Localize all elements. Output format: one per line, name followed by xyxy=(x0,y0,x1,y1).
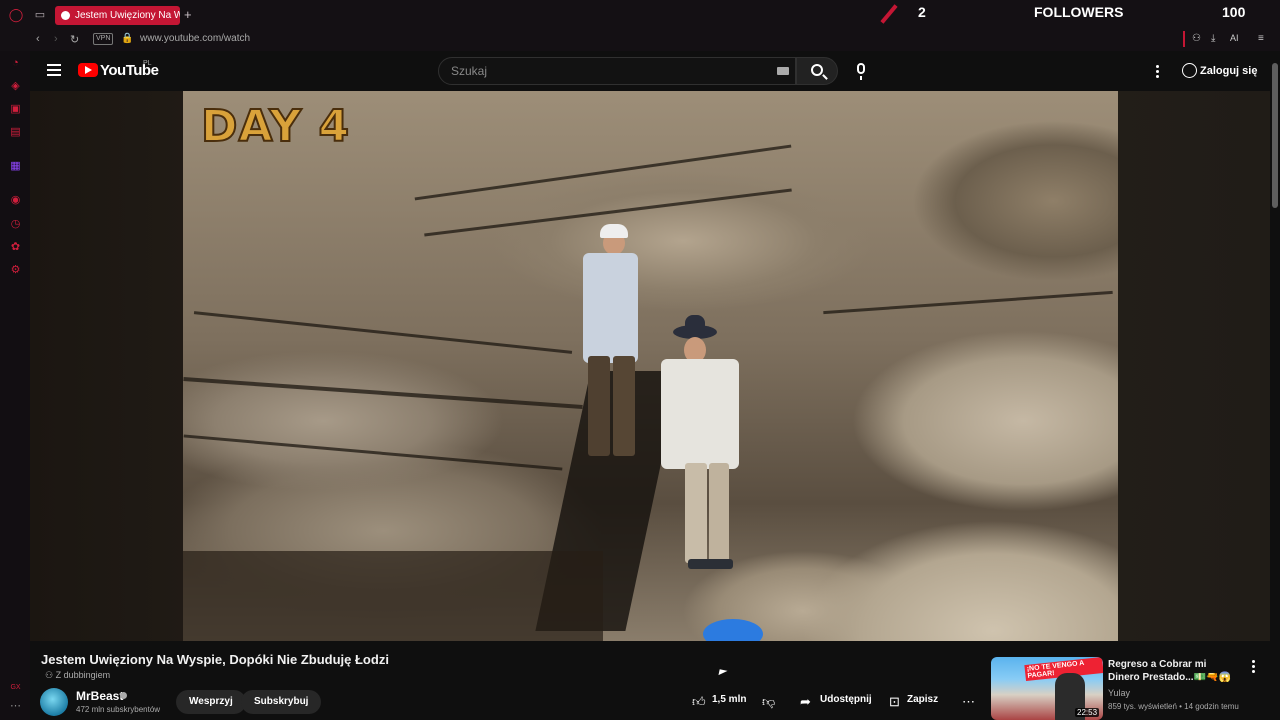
download-icon[interactable]: ⤓ xyxy=(1211,33,1215,44)
video-player[interactable]: DAY 4 xyxy=(183,91,1118,641)
verified-icon xyxy=(120,692,127,699)
share-icon[interactable]: ➦ xyxy=(800,694,811,710)
tab-title: Jestem Uwięziony Na W xyxy=(75,10,180,21)
keyboard-icon[interactable] xyxy=(777,67,789,75)
menu-icon[interactable] xyxy=(47,64,61,76)
more-icon[interactable]: ⋯ xyxy=(962,694,975,710)
opera-gx-icon[interactable]: ◯ xyxy=(8,7,24,23)
back-icon[interactable]: ‹ xyxy=(36,33,40,45)
tab-manager-icon[interactable]: ▭ xyxy=(32,7,48,23)
youtube-logo-icon[interactable] xyxy=(78,63,98,77)
gx-cleaner-icon[interactable]: ◈ xyxy=(9,80,22,93)
share-button[interactable]: Udostępnij xyxy=(820,694,872,705)
forward-icon[interactable]: › xyxy=(54,33,58,45)
gx-sidebar xyxy=(0,51,30,720)
dubbing-text: Z dubbingiem xyxy=(55,670,111,680)
support-button[interactable]: Wesprzyj xyxy=(176,690,246,714)
dislike-icon[interactable]: 👎︎ xyxy=(762,694,775,710)
settings-more-icon[interactable] xyxy=(1156,65,1159,80)
ai-label: AI xyxy=(1230,33,1239,43)
recommendation-title[interactable]: Regreso a Cobrar mi Dinero Prestado...💵🔫… xyxy=(1108,658,1240,684)
twitch-icon[interactable]: ▦ xyxy=(9,160,22,173)
audio-playing-icon xyxy=(61,11,70,20)
history-icon[interactable]: ◷ xyxy=(9,218,22,231)
day-badge: DAY 4 xyxy=(200,100,351,153)
region-label: PL xyxy=(143,60,152,67)
settings-icon[interactable]: ⚙ xyxy=(9,264,22,277)
video-title: Jestem Uwięziony Na Wyspie, Dopóki Nie Z… xyxy=(41,652,389,667)
url-field[interactable]: www.youtube.com/watch xyxy=(140,33,250,44)
search-icon xyxy=(811,64,823,76)
like-count[interactable]: 1,5 mln xyxy=(712,694,746,705)
recommendation-more-icon[interactable] xyxy=(1252,660,1255,675)
extensions-icon[interactable]: ✿ xyxy=(9,241,22,254)
mic-icon[interactable] xyxy=(857,63,865,80)
mouse-cursor xyxy=(718,669,728,677)
signin-button[interactable]: Zaloguj się xyxy=(1182,62,1257,80)
tab-youtube[interactable]: Jestem Uwięziony Na W xyxy=(55,6,180,25)
recommendation-channel[interactable]: Yulay xyxy=(1108,688,1130,698)
dubbing-label: ⚇ Z dubbingiem xyxy=(45,670,110,681)
gx-accent-bar xyxy=(1183,31,1185,47)
subscribe-button[interactable]: Subskrybuj xyxy=(241,690,322,714)
video-duration: 22:53 xyxy=(1075,708,1100,717)
browser-tab-bar: ◯ ▭ Jestem Uwięziony Na W + 2 FOLLOWERS … xyxy=(0,0,1280,30)
gx-corner-icon[interactable]: ▣ xyxy=(9,103,22,116)
browser-menu-icon[interactable]: ≡ xyxy=(1258,33,1264,44)
like-icon[interactable]: 👍︎ xyxy=(692,694,706,710)
search-box[interactable]: Szukaj xyxy=(438,57,796,85)
vpn-badge[interactable]: VPN xyxy=(93,33,114,45)
scrollbar-thumb[interactable] xyxy=(1272,63,1278,208)
gx-control-icon[interactable]: ◔ xyxy=(9,57,22,70)
gx-news-icon[interactable]: ▤ xyxy=(9,126,22,139)
dubbing-icon: ⚇ xyxy=(45,670,56,680)
player-icon[interactable]: ◉ xyxy=(9,194,22,207)
lock-icon: 🔒 xyxy=(121,33,134,44)
ai-button[interactable]: AI xyxy=(1230,33,1239,43)
overlay-followers-label: FOLLOWERS xyxy=(1034,4,1124,20)
sidebar-more-icon[interactable]: ⋯ xyxy=(9,700,22,713)
overlay-slash-graphic xyxy=(880,4,898,24)
overlay-count-left: 2 xyxy=(918,4,926,20)
profile-icon[interactable]: ⚇ xyxy=(1192,33,1201,44)
reload-icon[interactable]: ↻ xyxy=(70,33,79,46)
overlay-count-right: 100 xyxy=(1222,4,1246,20)
save-icon[interactable]: ⊡ xyxy=(889,694,900,710)
recommendation-meta: 859 tys. wyświetleń • 14 godzin temu xyxy=(1108,702,1239,711)
channel-name[interactable]: MrBeast xyxy=(76,689,123,703)
search-button[interactable] xyxy=(796,57,838,85)
search-input[interactable]: Szukaj xyxy=(451,58,487,84)
blue-object xyxy=(703,619,763,641)
subscriber-count: 472 mln subskrybentów xyxy=(76,705,161,714)
save-button[interactable]: Zapisz xyxy=(907,694,938,705)
channel-avatar[interactable] xyxy=(40,688,68,716)
new-tab-button[interactable]: + xyxy=(184,7,192,22)
gx-logo-icon: GX xyxy=(10,684,21,691)
